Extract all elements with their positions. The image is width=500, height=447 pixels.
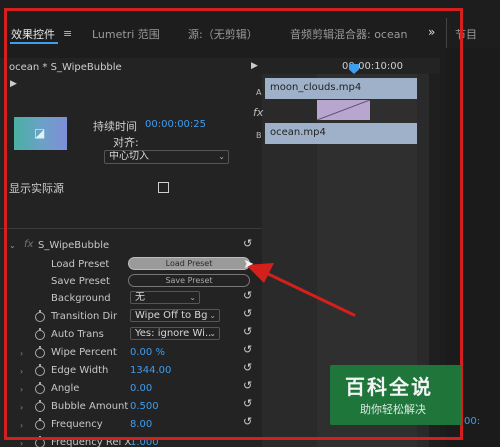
stopwatch-icon[interactable] <box>35 310 45 322</box>
transition-thumbnail-icon: ◪ <box>14 117 67 150</box>
auto-trans-label: Auto Trans <box>51 329 104 340</box>
hamburger-menu-icon[interactable]: ≡ <box>63 27 72 40</box>
frequency-rel-x-value[interactable]: 1.000 <box>130 437 159 447</box>
mouse-cursor-icon: ➤ <box>243 257 254 272</box>
duration-label: 持续时间 <box>93 120 137 133</box>
angle-label: Angle <box>51 383 80 394</box>
reset-icon[interactable]: ↺ <box>243 361 252 374</box>
expand-arrow-icon[interactable]: › <box>20 349 23 358</box>
play-triangle-icon[interactable]: ▶ <box>251 61 258 71</box>
align-label: 对齐: <box>113 136 139 149</box>
stopwatch-icon[interactable] <box>35 436 45 447</box>
wipe-percent-value[interactable]: 0.00 % <box>130 347 165 358</box>
expand-arrow-icon[interactable]: › <box>20 421 23 430</box>
auto-trans-value: Yes: ignore Wi... <box>135 328 215 339</box>
tab-audio-clip-mixer[interactable]: 音频剪辑混合器: ocean <box>290 26 407 42</box>
reset-icon[interactable]: ↺ <box>243 237 252 250</box>
watermark-logo: 百科全说 助你轻松解决 <box>330 365 462 425</box>
show-actual-sources-label: 显示实际源 <box>9 182 64 195</box>
reset-icon[interactable]: ↺ <box>243 397 252 410</box>
stopwatch-icon[interactable] <box>35 346 45 358</box>
panel-divider <box>446 18 447 48</box>
show-actual-sources-checkbox[interactable] <box>158 182 169 193</box>
transition-diagonal <box>317 100 370 120</box>
effect-controls-panel: ocean * S_WipeBubble ▶ ▶ ◪ 持续时间 00:00:00… <box>0 58 262 447</box>
expand-arrow-icon[interactable]: › <box>20 367 23 376</box>
bubble-amount-label: Bubble Amount <box>51 401 129 412</box>
sequence-clip-title: ocean * S_WipeBubble <box>9 62 122 73</box>
transition-glyph: ◪ <box>34 126 46 140</box>
stopwatch-icon[interactable] <box>35 382 45 394</box>
frequency-value[interactable]: 8.00 <box>130 419 152 430</box>
reset-icon[interactable]: ↺ <box>243 415 252 428</box>
stopwatch-icon[interactable] <box>35 418 45 430</box>
panel-tab-bar: 效果控件 ≡ Lumetri 范围 源:（无剪辑） 音频剪辑混合器: ocean… <box>0 0 500 48</box>
tab-lumetri-scopes[interactable]: Lumetri 范围 <box>92 26 160 42</box>
clip-a-label: moon_clouds.mp4 <box>270 82 362 93</box>
track-a-label: A <box>256 88 262 97</box>
clip-moon-clouds[interactable]: moon_clouds.mp4 <box>265 78 417 99</box>
play-triangle-icon[interactable]: ▶ <box>10 79 17 89</box>
background-dropdown[interactable]: 无 ⌄ <box>130 291 200 304</box>
wipe-percent-label: Wipe Percent <box>51 347 117 358</box>
bubble-amount-value[interactable]: 0.500 <box>130 401 159 412</box>
frequency-label: Frequency <box>51 419 103 430</box>
chevron-down-icon: ⌄ <box>189 293 196 302</box>
clip-ocean[interactable]: ocean.mp4 <box>265 123 417 144</box>
chevron-down-icon: ⌄ <box>209 311 216 320</box>
reset-icon[interactable]: ↺ <box>243 379 252 392</box>
expand-arrow-icon[interactable]: › <box>20 439 23 447</box>
active-tab-underline <box>10 42 58 44</box>
annotation-arrow-icon <box>246 263 356 317</box>
load-preset-label: Load Preset <box>51 259 110 270</box>
transition-dir-dropdown[interactable]: Wipe Off to Bg ⌄ <box>130 309 220 322</box>
transition-dir-label: Transition Dir <box>51 311 118 322</box>
duration-value[interactable]: 00:00:00:25 <box>145 119 206 130</box>
chevron-down-icon: ⌄ <box>218 152 225 161</box>
stopwatch-icon[interactable] <box>35 364 45 376</box>
align-value: 中心切入 <box>109 151 149 162</box>
edge-width-value[interactable]: 1344.00 <box>130 365 171 376</box>
tab-program[interactable]: 节目 <box>455 26 477 42</box>
reset-icon[interactable]: ↺ <box>243 325 252 338</box>
expand-arrow-icon[interactable]: › <box>20 403 23 412</box>
load-preset-button[interactable]: Load Preset <box>128 257 250 270</box>
expand-arrow-icon[interactable]: › <box>20 385 23 394</box>
stopwatch-icon[interactable] <box>35 328 45 340</box>
divider <box>0 228 262 229</box>
track-b-label: B <box>256 131 262 140</box>
collapse-arrow-icon[interactable]: ⌄ <box>9 241 16 250</box>
transition-clip[interactable] <box>317 100 370 120</box>
effect-name: S_WipeBubble <box>38 240 110 251</box>
edge-width-label: Edge Width <box>51 365 109 376</box>
background-value: 无 <box>135 292 145 303</box>
watermark-brand: 百科全说 <box>345 375 433 399</box>
fx-marker: fx <box>253 106 264 119</box>
watermark-tagline: 助你轻松解决 <box>360 403 426 416</box>
reset-icon[interactable]: ↺ <box>243 343 252 356</box>
save-preset-button[interactable]: Save Preset <box>128 274 250 287</box>
frequency-rel-x-label: Frequency Rel X <box>51 437 132 447</box>
align-dropdown[interactable]: 中心切入 ⌄ <box>104 150 229 164</box>
background-label: Background <box>51 293 111 304</box>
program-timecode-fragment: 00: <box>464 416 481 427</box>
clip-b-label: ocean.mp4 <box>270 127 326 138</box>
fx-badge: fx <box>24 239 34 250</box>
angle-value[interactable]: 0.00 <box>130 383 152 394</box>
save-preset-label: Save Preset <box>51 276 110 287</box>
chevron-double-right-icon[interactable]: » <box>428 25 435 39</box>
tab-source[interactable]: 源:（无剪辑） <box>188 26 258 42</box>
chevron-down-icon: ⌄ <box>209 329 216 338</box>
stopwatch-icon[interactable] <box>35 400 45 412</box>
tab-effect-controls[interactable]: 效果控件 <box>11 26 55 42</box>
transition-dir-value: Wipe Off to Bg <box>135 310 208 321</box>
auto-trans-dropdown[interactable]: Yes: ignore Wi... ⌄ <box>130 327 220 340</box>
